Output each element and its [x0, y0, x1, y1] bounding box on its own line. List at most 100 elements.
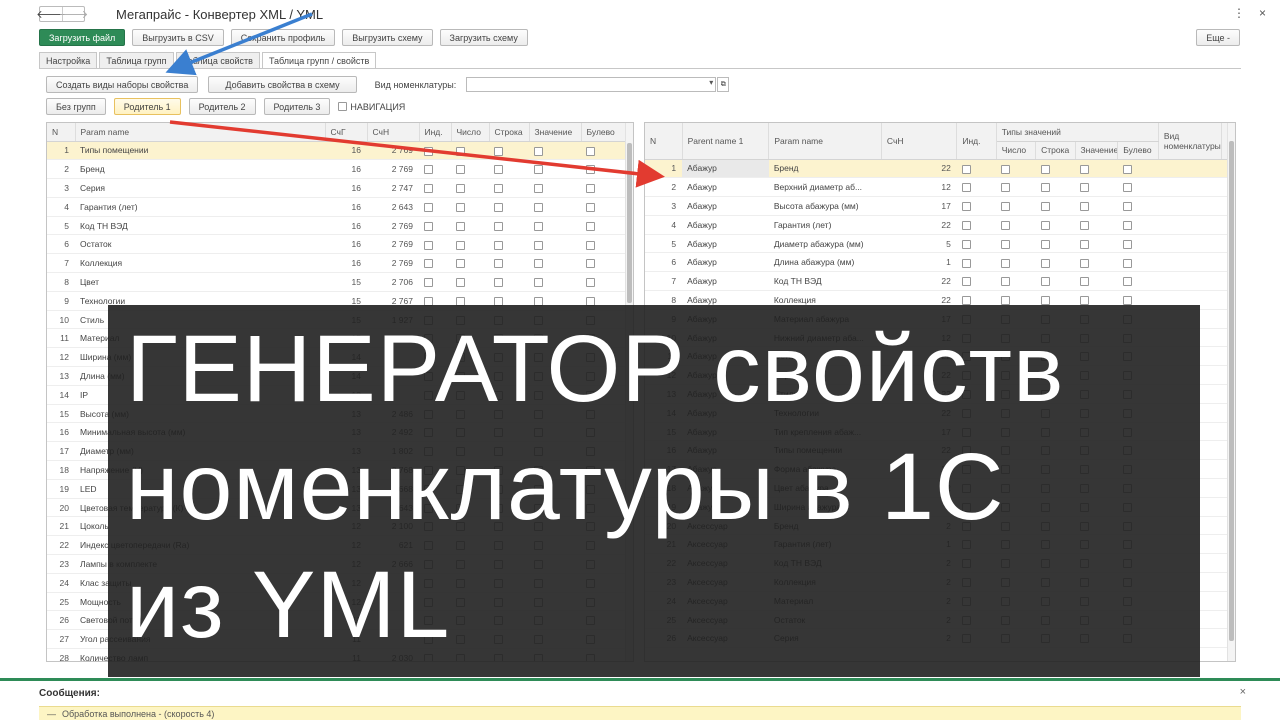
open-link-icon[interactable]: ⧉ — [717, 77, 730, 92]
checkbox[interactable] — [1001, 164, 1011, 174]
export-schema-button[interactable]: Выгрузить схему — [342, 29, 433, 46]
checkbox[interactable] — [534, 221, 543, 231]
table-row[interactable]: 1 Абажур Бренд 22 — [645, 159, 1235, 179]
checkbox[interactable] — [1080, 296, 1089, 306]
checkbox[interactable] — [534, 165, 543, 175]
create-property-sets-button[interactable]: Создать виды наборы свойства — [46, 76, 199, 93]
checkbox[interactable] — [586, 221, 595, 231]
checkbox[interactable] — [1040, 258, 1050, 268]
checkbox[interactable] — [494, 165, 503, 175]
checkbox[interactable] — [1080, 202, 1089, 212]
export-csv-button[interactable]: Выгрузить в CSV — [132, 29, 224, 46]
col-param-name[interactable]: Param name — [768, 123, 882, 160]
checkbox[interactable] — [456, 240, 465, 250]
table-row[interactable]: 5 Код ТН ВЭД 16 2 769 — [47, 216, 627, 236]
tab-groups-properties[interactable]: Таблица групп / свойств — [261, 52, 377, 69]
checkbox[interactable] — [424, 184, 433, 194]
checkbox[interactable] — [1001, 220, 1011, 230]
checkbox[interactable] — [456, 259, 465, 269]
load-schema-button[interactable]: Загрузить схему — [439, 29, 528, 46]
tab-groups-table[interactable]: Таблица групп — [99, 52, 174, 68]
checkbox[interactable] — [586, 259, 595, 269]
checkbox[interactable] — [534, 278, 543, 288]
col-boolean[interactable]: Булево — [1117, 141, 1159, 160]
checkbox[interactable] — [1080, 277, 1089, 287]
checkbox[interactable] — [534, 146, 543, 156]
checkbox[interactable] — [1040, 277, 1050, 287]
checkbox[interactable] — [456, 146, 465, 156]
col-string[interactable]: Строка — [1035, 141, 1076, 160]
checkbox[interactable] — [494, 240, 503, 250]
add-properties-schema-button[interactable]: Добавить свойства в схему — [208, 76, 357, 93]
table-row[interactable]: 7 Абажур Код ТН ВЭД 22 — [645, 271, 1235, 292]
checkbox[interactable] — [1040, 220, 1050, 230]
checkbox[interactable] — [1080, 220, 1089, 230]
col-ind[interactable]: Инд. — [419, 123, 452, 142]
checkbox[interactable] — [1001, 183, 1011, 193]
collapse-icon[interactable]: — — [47, 709, 56, 719]
checkbox[interactable] — [1122, 277, 1132, 287]
checkbox[interactable] — [534, 184, 543, 194]
checkbox[interactable] — [494, 259, 503, 269]
no-groups-button[interactable]: Без групп — [46, 98, 106, 115]
tab-settings[interactable]: Настройка — [39, 52, 98, 68]
checkbox[interactable] — [961, 277, 971, 287]
table-row[interactable]: 4 Гарантия (лет) 16 2 643 — [47, 197, 627, 217]
checkbox[interactable] — [961, 220, 971, 230]
checkbox[interactable] — [1001, 239, 1011, 249]
checkbox[interactable] — [1122, 183, 1132, 193]
checkbox[interactable] — [494, 184, 503, 194]
checkbox[interactable] — [961, 183, 971, 193]
col-cvg[interactable]: СчГ — [325, 123, 368, 142]
col-value[interactable]: Значение — [529, 123, 582, 142]
table-row[interactable]: 8 Цвет 15 2 706 — [47, 272, 627, 292]
table-row[interactable]: 1 Типы помещении 16 2 769 — [47, 141, 627, 161]
checkbox[interactable] — [961, 164, 971, 174]
col-number[interactable]: Число — [451, 123, 490, 142]
parent-3-button[interactable]: Родитель 3 — [263, 98, 331, 115]
save-profile-button[interactable]: Сохранить профиль — [230, 29, 336, 46]
more-button[interactable]: Еще - — [1196, 29, 1240, 46]
checkbox[interactable] — [534, 240, 543, 250]
parent-2-button[interactable]: Родитель 2 — [188, 98, 256, 115]
parent-1-button[interactable]: Родитель 1 — [113, 98, 181, 115]
dropdown-arrow-icon[interactable]: ▾ — [709, 78, 713, 87]
table-row[interactable]: 2 Абажур Верхний диаметр аб... 12 — [645, 177, 1235, 198]
table-row[interactable]: 2 Бренд 16 2 769 — [47, 159, 627, 180]
checkbox[interactable] — [586, 165, 595, 175]
checkbox[interactable] — [456, 202, 465, 212]
checkbox[interactable] — [1040, 202, 1050, 212]
checkbox[interactable] — [586, 184, 595, 194]
checkbox[interactable] — [586, 202, 595, 212]
checkbox[interactable] — [1122, 296, 1132, 306]
table-row[interactable]: 7 Коллекция 16 2 769 — [47, 253, 627, 274]
checkbox[interactable] — [961, 296, 971, 306]
col-param-name[interactable]: Param name — [75, 123, 326, 142]
checkbox[interactable] — [961, 239, 971, 249]
checkbox[interactable] — [961, 258, 971, 268]
forward-arrow-icon[interactable]: 🡒 — [59, 7, 88, 21]
tab-properties-table[interactable]: Таблица свойств — [175, 52, 260, 68]
checkbox[interactable] — [1001, 202, 1011, 212]
checkbox[interactable] — [586, 146, 595, 156]
table-row[interactable]: 3 Абажур Высота абажура (мм) 17 — [645, 196, 1235, 216]
checkbox[interactable] — [1040, 164, 1050, 174]
col-value[interactable]: Значение — [1075, 141, 1119, 160]
checkbox[interactable] — [494, 278, 503, 288]
col-cvn[interactable]: СчН — [881, 123, 958, 160]
checkbox[interactable] — [1040, 183, 1050, 193]
table-row[interactable]: 6 Абажур Длина абажура (мм) 1 — [645, 252, 1235, 273]
close-icon[interactable]: × — [1240, 686, 1246, 698]
checkbox[interactable] — [534, 202, 543, 212]
checkbox[interactable] — [1040, 239, 1050, 249]
checkbox[interactable] — [456, 165, 465, 175]
checkbox[interactable] — [424, 221, 433, 231]
table-row[interactable]: 4 Абажур Гарантия (лет) 22 — [645, 215, 1235, 235]
checkbox[interactable] — [424, 278, 433, 288]
checkbox[interactable] — [456, 221, 465, 231]
checkbox[interactable] — [1001, 296, 1011, 306]
col-number[interactable]: Число — [996, 141, 1037, 160]
checkbox[interactable] — [456, 278, 465, 288]
checkbox[interactable] — [1001, 258, 1011, 268]
close-icon[interactable]: × — [1259, 6, 1266, 20]
